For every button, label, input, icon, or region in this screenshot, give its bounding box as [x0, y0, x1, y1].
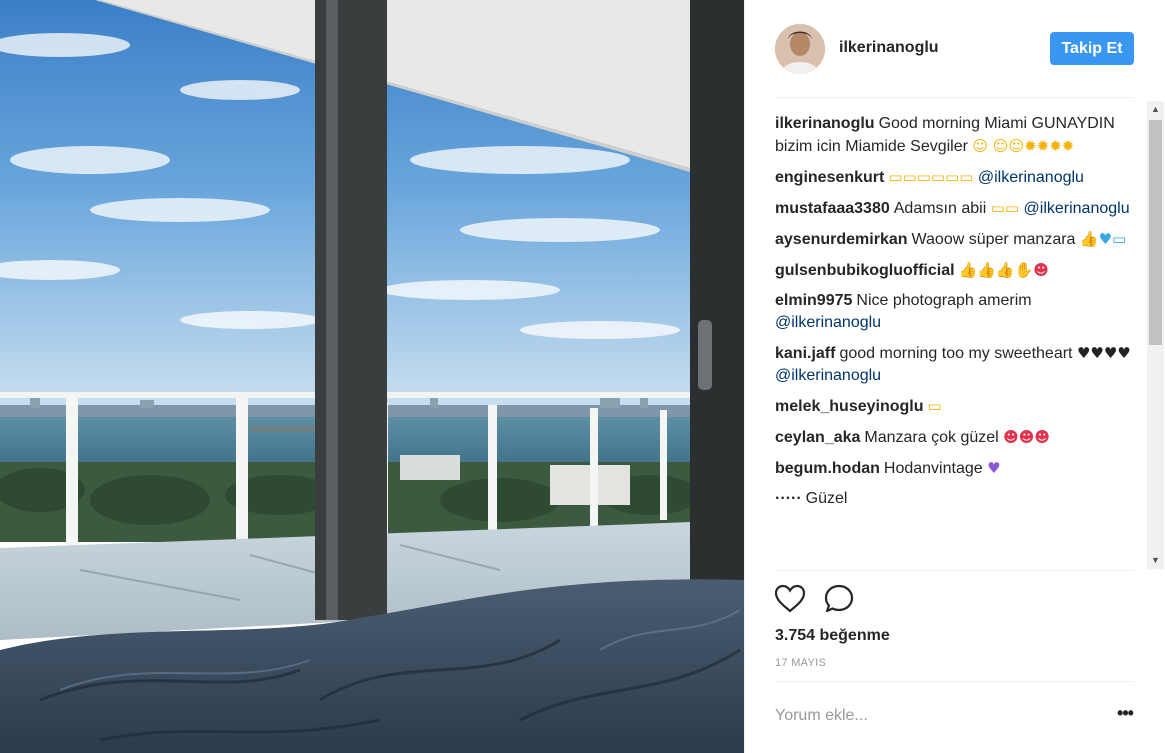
comment-emoji: ▭▭▭▭▭▭ — [888, 168, 974, 186]
like-count[interactable]: 3.754 beğenme — [775, 627, 890, 645]
comment-mention-link[interactable]: @ilkerinanoglu — [978, 169, 1084, 186]
comment-mention-link[interactable]: @ilkerinanoglu — [775, 314, 881, 331]
scrollbar-thumb[interactable] — [1149, 120, 1162, 345]
like-button[interactable] — [773, 583, 807, 615]
comment-username[interactable]: kani.jaff — [775, 345, 835, 362]
ellipsis-icon[interactable]: ••• — [1115, 704, 1135, 726]
avatar-image — [775, 24, 825, 74]
comment-emoji: ▭▭ — [990, 199, 1020, 217]
comment-list[interactable]: ilkerinanoglu Good morning Miami GUNAYDIN… — [775, 113, 1135, 570]
post-username[interactable]: ilkerinanoglu — [839, 39, 939, 57]
comment-item: kani.jaff good morning too my sweetheart … — [775, 342, 1135, 387]
comment-item: ····· Güzel — [775, 488, 1135, 510]
post-photo[interactable] — [0, 0, 744, 753]
heart-outline-icon — [774, 584, 806, 613]
comment-item: enginesenkurt ▭▭▭▭▭▭ @ilkerinanoglu — [775, 166, 1135, 189]
comment-username[interactable]: ····· — [775, 490, 802, 507]
comments-scrollbar[interactable]: ▲ ▼ — [1147, 101, 1164, 569]
comment-text: Hodanvintage — [883, 460, 983, 477]
comment-mention-link[interactable]: @ilkerinanoglu — [775, 367, 881, 384]
comment-mention-link[interactable]: @ilkerinanoglu — [1024, 200, 1130, 217]
comment-item: gulsenbubikogluofficial 👍👍👍✋☻ — [775, 259, 1135, 282]
comment-item: ilkerinanoglu Good morning Miami GUNAYDIN… — [775, 113, 1135, 158]
comment-emoji: 👍♥▭ — [1079, 230, 1127, 248]
comment-username[interactable]: mustafaaa3380 — [775, 200, 890, 217]
comment-item: ceylan_aka Manzara çok güzel ☻☻☻ — [775, 426, 1135, 449]
comment-username[interactable]: gulsenbubikogluofficial — [775, 262, 955, 279]
comment-emoji: ♥ — [987, 459, 1001, 477]
scroll-up-arrow-icon[interactable]: ▲ — [1147, 101, 1164, 118]
comment-button[interactable] — [823, 583, 857, 615]
comment-text: Waoow süper manzara — [911, 231, 1076, 248]
comment-emoji: ♥♥♥♥ — [1076, 344, 1131, 362]
divider — [775, 681, 1134, 682]
scroll-down-arrow-icon[interactable]: ▼ — [1147, 552, 1164, 569]
comment-item: aysenurdemirkan Waoow süper manzara 👍♥▭ — [775, 228, 1135, 251]
comment-text: good morning too my sweetheart — [839, 345, 1073, 362]
comment-username[interactable]: elmin9975 — [775, 292, 852, 309]
comment-text: Manzara çok güzel — [864, 429, 999, 446]
comment-text: Nice photograph amerim — [856, 292, 1032, 309]
post-actions — [773, 583, 893, 615]
comment-item: elmin9975 Nice photograph amerim @ilkerin… — [775, 290, 1135, 334]
comment-username[interactable]: aysenurdemirkan — [775, 231, 908, 248]
follow-button[interactable]: Takip Et — [1050, 32, 1134, 65]
comment-emoji: ☻☻☻ — [1003, 428, 1051, 446]
comment-item: melek_huseyinoglu ▭ — [775, 395, 1135, 418]
comment-username[interactable]: enginesenkurt — [775, 169, 884, 186]
comment-emoji: 👍👍👍✋☻ — [958, 261, 1049, 279]
comment-text: Güzel — [805, 490, 848, 507]
comment-item: mustafaaa3380 Adamsın abii ▭▭ @ilkerinano… — [775, 197, 1135, 220]
comment-username[interactable]: ceylan_aka — [775, 429, 860, 446]
post-detail-panel: ilkerinanoglu Takip Et ilkerinanoglu Good… — [744, 0, 1165, 753]
comment-username[interactable]: begum.hodan — [775, 460, 880, 477]
speech-bubble-icon — [824, 584, 854, 613]
post-date[interactable]: 17 MAYIS — [775, 657, 826, 669]
comment-emoji: ▭ — [927, 397, 942, 415]
avatar[interactable] — [775, 24, 825, 74]
divider — [775, 97, 1134, 98]
post-header: ilkerinanoglu Takip Et — [745, 0, 1165, 97]
comment-username[interactable]: melek_huseyinoglu — [775, 398, 924, 415]
add-comment-input[interactable] — [775, 700, 1085, 732]
comment-emoji: ☺ ☺☺✹✹✹✹ — [972, 137, 1075, 155]
divider — [775, 570, 1134, 571]
comment-username[interactable]: ilkerinanoglu — [775, 115, 875, 132]
comment-item: begum.hodan Hodanvintage ♥ — [775, 457, 1135, 480]
comment-text: Adamsın abii — [893, 200, 987, 217]
photo-image — [0, 0, 744, 753]
